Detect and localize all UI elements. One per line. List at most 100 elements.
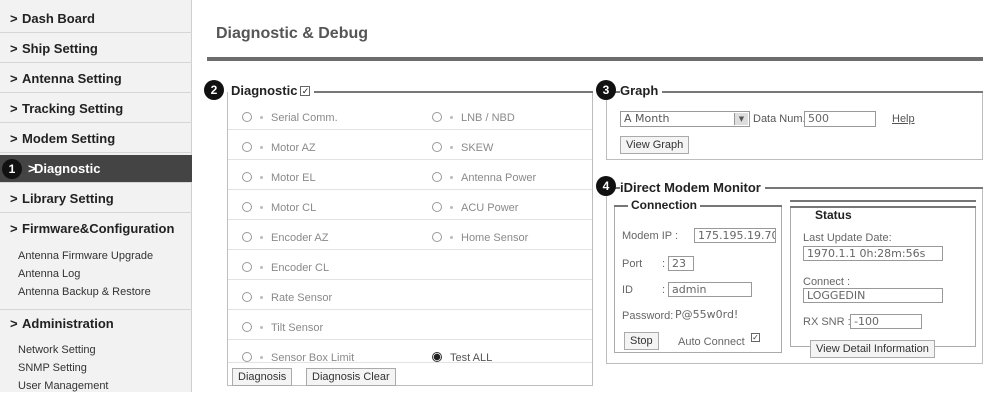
view-graph-button[interactable]: View Graph <box>620 136 690 154</box>
row-divider <box>228 159 592 160</box>
connect-label: Connect : <box>803 276 851 288</box>
auto-connect-checkbox[interactable]: ✓ <box>751 333 760 342</box>
sidebar-item-user-management[interactable]: User Management <box>18 379 109 393</box>
option-motor-cl[interactable]: Motor CL <box>242 202 316 214</box>
callout-badge: 2 <box>204 80 224 100</box>
row-divider <box>228 189 592 190</box>
nav-dash-board[interactable]: > Dash Board <box>0 5 192 33</box>
nav-firmware-configuration[interactable]: > Firmware&Configuration <box>0 215 192 243</box>
data-num-input[interactable]: 500 <box>804 111 876 127</box>
radio-icon[interactable] <box>242 352 252 363</box>
option-lnb-nbd[interactable]: LNB / NBD <box>432 112 515 124</box>
graph-legend: Graph <box>620 83 663 98</box>
nav-modem-setting[interactable]: > Modem Setting <box>0 125 192 153</box>
bullet-icon <box>450 145 453 149</box>
nav-administration[interactable]: > Administration <box>0 309 192 337</box>
nav-antenna-setting[interactable]: > Antenna Setting <box>0 65 192 93</box>
nav-ship-setting[interactable]: > Ship Setting <box>0 35 192 63</box>
radio-icon[interactable] <box>242 322 252 333</box>
nav-label: Tracking Setting <box>22 101 124 116</box>
nav-label: Administration <box>22 316 114 331</box>
chevron-right-icon: > <box>10 101 18 116</box>
bullet-icon <box>260 205 263 209</box>
stop-button[interactable]: Stop <box>624 332 659 350</box>
data-num-label: Data Num. <box>753 113 806 125</box>
option-label: Home Sensor <box>461 232 529 244</box>
callout-badge: 4 <box>596 176 616 196</box>
nav-library-setting[interactable]: > Library Setting <box>0 185 192 213</box>
password-label: Password: <box>622 310 674 322</box>
chevron-right-icon: > <box>10 316 18 331</box>
radio-selected-icon[interactable] <box>432 352 442 363</box>
chevron-right-icon: > <box>10 221 18 236</box>
modem-ip-label-text: Modem IP <box>622 230 672 242</box>
bullet-icon <box>260 175 263 179</box>
bullet-icon <box>260 295 263 299</box>
radio-icon[interactable] <box>242 142 252 153</box>
bullet-icon <box>260 145 263 149</box>
callout-badge: 3 <box>596 80 616 100</box>
rx-snr-label: RX SNR : <box>803 316 851 328</box>
radio-icon[interactable] <box>432 112 442 123</box>
option-label: Encoder AZ <box>271 232 329 244</box>
option-sensor-box-limit[interactable]: Sensor Box Limit <box>242 352 354 364</box>
radio-icon[interactable] <box>432 232 442 243</box>
option-test-all[interactable]: Test ALL <box>432 352 492 364</box>
colon: : <box>675 230 679 242</box>
sidebar-item-snmp-setting[interactable]: SNMP Setting <box>18 361 87 375</box>
bullet-icon <box>260 325 263 329</box>
radio-icon[interactable] <box>242 292 252 303</box>
nav-label: Modem Setting <box>22 131 116 146</box>
help-link[interactable]: Help <box>892 113 915 125</box>
radio-icon[interactable] <box>242 172 252 183</box>
sidebar-item-network-setting[interactable]: Network Setting <box>18 343 96 357</box>
radio-icon[interactable] <box>432 142 442 153</box>
option-acu-power[interactable]: ACU Power <box>432 202 518 214</box>
option-encoder-cl[interactable]: Encoder CL <box>242 262 329 274</box>
chevron-down-icon[interactable]: ▼ <box>734 113 748 125</box>
option-tilt-sensor[interactable]: Tilt Sensor <box>242 322 323 334</box>
option-skew[interactable]: SKEW <box>432 142 493 154</box>
bullet-icon <box>260 265 263 269</box>
sidebar-item-antenna-log[interactable]: Antenna Log <box>18 267 80 281</box>
radio-icon[interactable] <box>242 112 252 123</box>
option-motor-el[interactable]: Motor EL <box>242 172 316 184</box>
bullet-icon <box>450 115 453 119</box>
radio-icon[interactable] <box>432 172 442 183</box>
nav-label: Dash Board <box>22 11 95 26</box>
colon: : <box>662 258 666 270</box>
option-rate-sensor[interactable]: Rate Sensor <box>242 292 332 304</box>
diagnostic-legend: Diagnostic ✓ <box>231 83 315 98</box>
connect-value: LOGGEDIN <box>803 288 943 303</box>
option-encoder-az[interactable]: Encoder AZ <box>242 232 328 244</box>
option-serial-comm[interactable]: Serial Comm. <box>242 112 338 124</box>
option-motor-az[interactable]: Motor AZ <box>242 142 316 154</box>
id-label: ID <box>622 284 633 296</box>
nav-diagnostic[interactable]: >Diagnostic <box>0 155 192 183</box>
graph-period-select[interactable]: A Month ▼ <box>620 111 750 127</box>
view-detail-information-button[interactable]: View Detail Information <box>810 340 935 358</box>
bullet-icon <box>260 235 263 239</box>
row-divider <box>228 219 592 220</box>
modem-ip-input[interactable]: 175.195.19.70 <box>694 228 776 243</box>
option-label: Rate Sensor <box>271 292 333 304</box>
radio-icon[interactable] <box>432 202 442 213</box>
chevron-right-icon: > <box>10 11 18 26</box>
password-input[interactable]: P@55w0rd! <box>674 308 752 323</box>
port-input[interactable]: 23 <box>668 256 694 271</box>
diagnostic-enable-checkbox[interactable]: ✓ <box>300 85 311 96</box>
option-antenna-power[interactable]: Antenna Power <box>432 172 536 184</box>
diagnosis-clear-button[interactable]: Diagnosis Clear <box>306 368 396 386</box>
diagnosis-button[interactable]: Diagnosis <box>232 368 293 386</box>
option-home-sensor[interactable]: Home Sensor <box>432 232 528 244</box>
radio-icon[interactable] <box>242 262 252 273</box>
radio-icon[interactable] <box>242 232 252 243</box>
sidebar-item-antenna-backup-restore[interactable]: Antenna Backup & Restore <box>18 285 151 299</box>
sidebar-item-antenna-firmware-upgrade[interactable]: Antenna Firmware Upgrade <box>18 249 153 263</box>
radio-icon[interactable] <box>242 202 252 213</box>
nav-tracking-setting[interactable]: > Tracking Setting <box>0 95 192 123</box>
option-label: LNB / NBD <box>461 112 515 124</box>
id-input[interactable]: admin <box>668 282 752 297</box>
chevron-right-icon: > <box>10 191 18 206</box>
nav-label: Ship Setting <box>22 41 98 56</box>
